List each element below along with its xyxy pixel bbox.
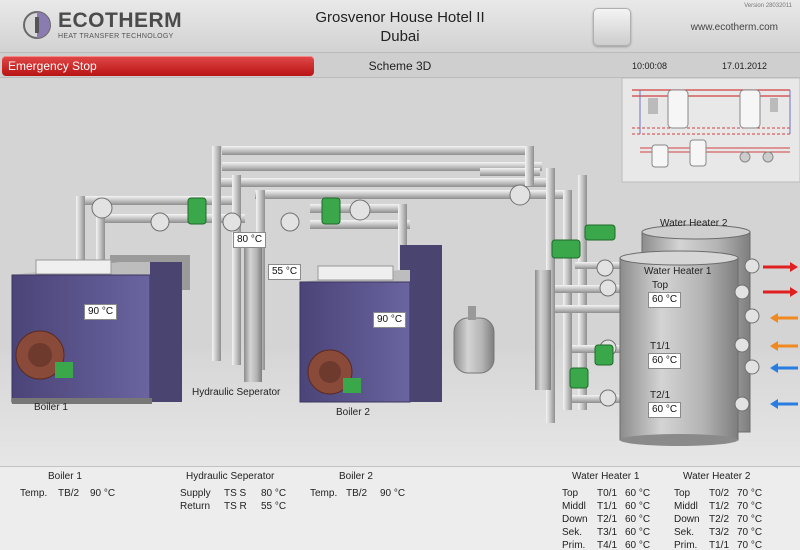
heater1-row-3-col-2: 60 °C [625, 527, 651, 538]
heater1-row-0-col-2: 60 °C [625, 488, 651, 499]
heater1-row-3-col-1: T3/1 [597, 527, 618, 538]
heater1-row-2-col-0: Down [562, 514, 588, 525]
heater-1-t21-temp: 60 °C [648, 402, 682, 418]
info-panel: Boiler 1 Temp. TB/2 90 °C Hydraulic Sepe… [0, 466, 800, 550]
info-boiler-1-name: Temp. [20, 488, 48, 499]
water-heater-1-label: Water Heater 1 [644, 266, 712, 277]
boiler-2 [299, 245, 442, 403]
heater2-row-3-col-1: T3/2 [709, 527, 730, 538]
hydraulic-temp-top: 80 °C [233, 232, 267, 248]
heater2-row-4-col-0: Prim. [674, 540, 698, 550]
heater-1-t11-label: T1/1 [650, 341, 671, 352]
heater1-row-4-col-2: 60 °C [625, 540, 651, 550]
boiler-2-label: Boiler 2 [336, 407, 370, 418]
heater2-row-0-col-0: Top [674, 488, 691, 499]
heater1-row-4-col-1: T4/1 [597, 540, 618, 550]
heater2-row-4-col-1: T1/1 [709, 540, 730, 550]
heater1-row-2-col-1: T2/1 [597, 514, 618, 525]
boiler-1 [11, 255, 190, 404]
info-hydraulic-supply-sensor: TS S [224, 488, 247, 499]
heater1-row-1-col-2: 60 °C [625, 501, 651, 512]
heater1-row-1-col-1: T1/1 [597, 501, 618, 512]
heater1-row-4-col-0: Prim. [562, 540, 586, 550]
info-hydraulic-title: Hydraulic Seperator [186, 471, 275, 482]
boiler-1-temp: 90 °C [84, 304, 118, 320]
info-hydraulic-return-sensor: TS R [224, 501, 247, 512]
status-bar: Emergency Stop Scheme 3D 10:00:08 17.01.… [0, 52, 800, 78]
info-boiler-2-value: 90 °C [380, 488, 406, 499]
boiler-2-temp: 90 °C [373, 312, 407, 328]
brand-name: ECOTHERM [58, 9, 183, 32]
info-hydraulic-supply-value: 80 °C [261, 488, 287, 499]
heater2-row-3-col-2: 70 °C [737, 527, 763, 538]
heater-1-t11-temp: 60 °C [648, 353, 682, 369]
mini-scheme-overview[interactable] [621, 78, 800, 183]
heater1-row-0-col-1: T0/1 [597, 488, 618, 499]
heater2-row-1-col-2: 70 °C [737, 501, 763, 512]
title-line-2: Dubai [380, 28, 420, 45]
heater1-row-3-col-0: Sek. [562, 527, 583, 538]
page-title: Grosvenor House Hotel II Dubai [280, 8, 520, 46]
info-boiler-2-name: Temp. [310, 488, 338, 499]
header-bar: ECOTHERM HEAT TRANSFER TECHNOLOGY Grosve… [0, 0, 800, 52]
heater2-row-2-col-0: Down [674, 514, 700, 525]
date: 17.01.2012 [722, 61, 768, 71]
heater1-row-0-col-0: Top [562, 488, 579, 499]
heater-1-top-label: Top [652, 280, 669, 291]
info-hydraulic-return-name: Return [180, 501, 211, 512]
info-heater-1-title: Water Heater 1 [572, 471, 640, 482]
info-boiler-2-sensor: TB/2 [346, 488, 368, 499]
brand-tagline: HEAT TRANSFER TECHNOLOGY [58, 33, 174, 40]
hydraulic-separator [244, 240, 262, 382]
info-hydraulic-supply-name: Supply [180, 488, 211, 499]
heater2-row-0-col-1: T0/2 [709, 488, 730, 499]
heater1-row-2-col-2: 60 °C [625, 514, 651, 525]
header-square-button[interactable] [593, 8, 631, 46]
info-heater-2-title: Water Heater 2 [683, 471, 751, 482]
heater2-row-0-col-2: 70 °C [737, 488, 763, 499]
boiler-1-label: Boiler 1 [34, 402, 68, 413]
heater2-row-2-col-1: T2/2 [709, 514, 730, 525]
heater2-row-3-col-0: Sek. [674, 527, 695, 538]
heater-1-t21-label: T2/1 [650, 390, 671, 401]
ecotherm-logo-icon [23, 11, 51, 39]
info-boiler-2-title: Boiler 2 [339, 471, 373, 482]
water-heater-2-label: Water Heater 2 [660, 218, 728, 229]
heater2-row-1-col-0: Middl [674, 501, 698, 512]
info-boiler-1-value: 90 °C [90, 488, 116, 499]
heater2-row-1-col-1: T1/2 [709, 501, 730, 512]
heater2-row-4-col-2: 70 °C [737, 540, 763, 550]
hydraulic-temp-mid: 55 °C [268, 264, 302, 280]
heater-1-top-temp: 60 °C [648, 292, 682, 308]
info-hydraulic-return-value: 55 °C [261, 501, 287, 512]
heater1-row-1-col-0: Middl [562, 501, 586, 512]
emergency-stop-button[interactable]: Emergency Stop [2, 56, 314, 76]
hydraulic-separator-label: Hydraulic Seperator [192, 387, 281, 398]
info-boiler-1-title: Boiler 1 [48, 471, 82, 482]
website-link[interactable]: www.ecotherm.com [691, 22, 778, 33]
version-label: Version 28032011 [744, 3, 792, 9]
clock: 10:00:08 [632, 61, 668, 71]
info-boiler-1-sensor: TB/2 [58, 488, 80, 499]
title-line-1: Grosvenor House Hotel II [315, 9, 485, 26]
heater2-row-2-col-2: 70 °C [737, 514, 763, 525]
scheme-label: Scheme 3D [368, 59, 432, 73]
